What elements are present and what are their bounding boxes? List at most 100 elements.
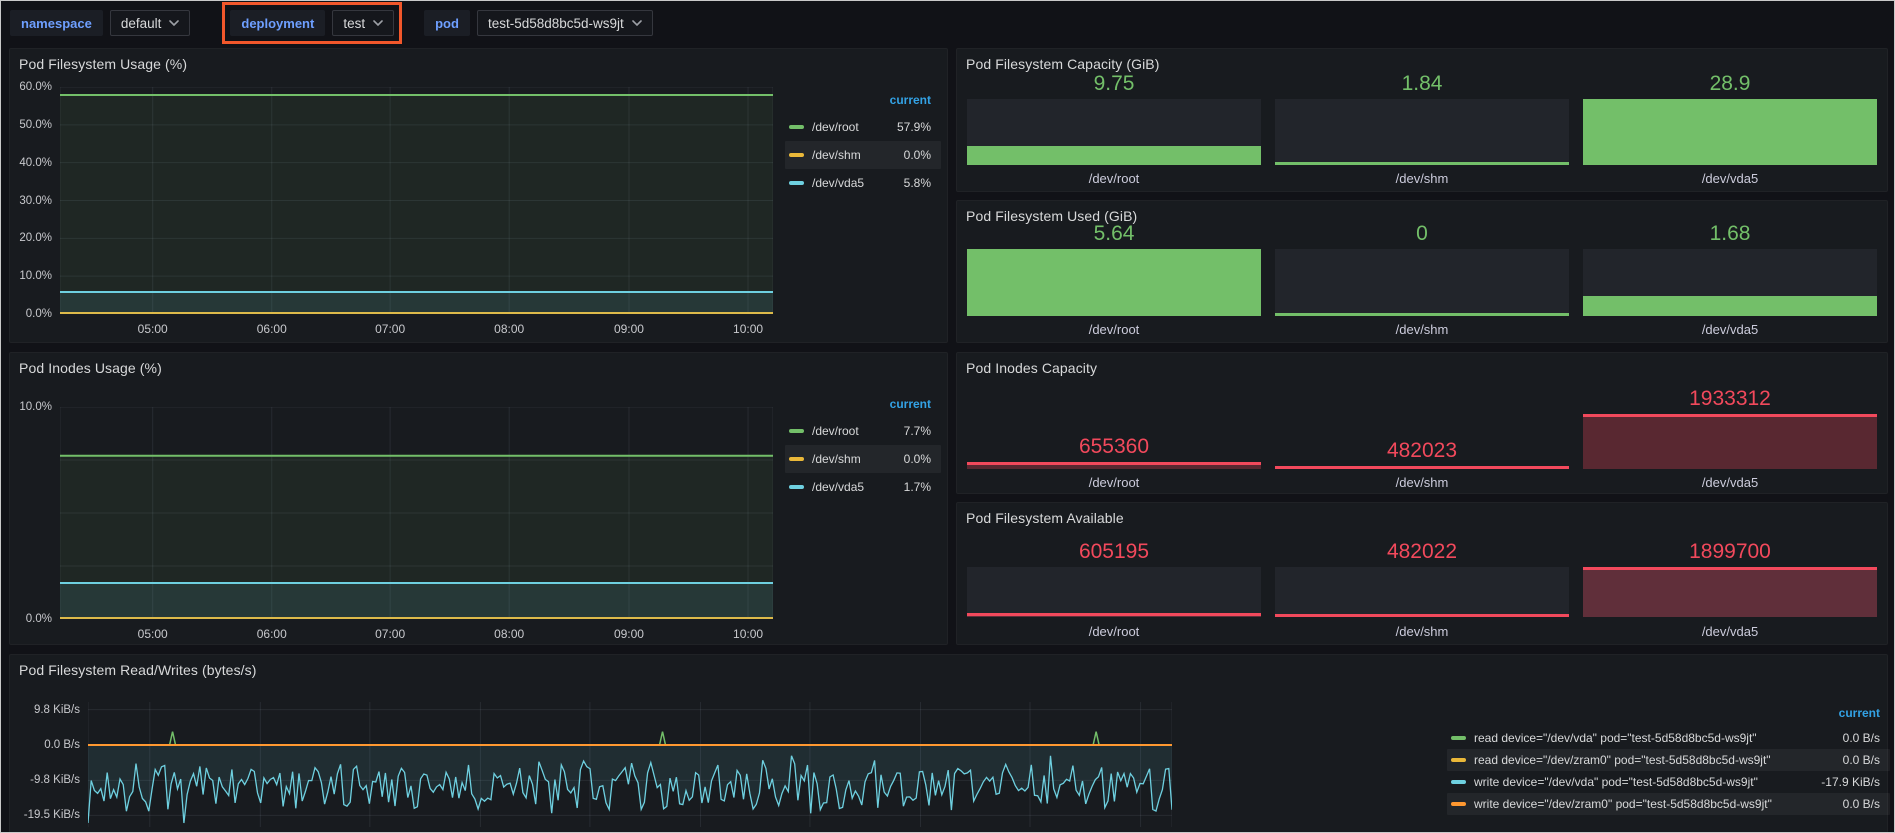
series-color-marker [789, 485, 804, 489]
legend-current-value: 57.9% [897, 120, 931, 134]
series-color-marker [789, 125, 804, 129]
gauge-bar-fill [1583, 414, 1877, 469]
chart-body: 60.0%50.0%40.0%30.0%20.0%10.0%0.0%05:000… [10, 49, 947, 342]
x-axis-tick-label: 06:00 [257, 322, 287, 336]
gauge-value: 605195 [967, 541, 1261, 562]
legend-header-current: current [785, 93, 931, 107]
bar-gauge: 482022/dev/shm [1275, 503, 1569, 644]
legend-series-name[interactable]: write device="/dev/zram0" pod="test-5d58… [1474, 797, 1772, 811]
panel-pod-inodes-usage: Pod Inodes Usage (%) 10.0%0.0%05:0006:00… [9, 352, 948, 645]
legend-series-name[interactable]: /dev/shm [812, 148, 861, 162]
panel-pod-filesystem-usage: Pod Filesystem Usage (%) 60.0%50.0%40.0%… [9, 48, 948, 343]
legend-header-current: current [1447, 706, 1880, 720]
x-axis-tick-label: 10:00 [733, 322, 763, 336]
panel-title[interactable]: Pod Filesystem Available [966, 510, 1124, 526]
legend-current-value: 0.0 B/s [1843, 753, 1880, 767]
series-color-marker [789, 457, 804, 461]
y-axis-tick-label: 60.0% [10, 81, 52, 93]
gauge-label: /dev/vda5 [1583, 475, 1877, 490]
gauge-bar-fill [1583, 99, 1877, 165]
series-color-marker [789, 429, 804, 433]
y-axis-tick-label: 20.0% [10, 232, 52, 244]
bar-gauge-grid: 655360/dev/root482023/dev/shm1933312/dev… [967, 353, 1877, 493]
gauge-label: /dev/vda5 [1583, 171, 1877, 186]
gauge-value: 1.68 [1583, 223, 1877, 244]
legend-series-name[interactable]: /dev/root [812, 120, 859, 134]
panel-title[interactable]: Pod Filesystem Used (GiB) [966, 208, 1137, 224]
gauge-bar-fill [967, 146, 1261, 165]
gauge-value: 482022 [1275, 541, 1569, 562]
gauge-track [1275, 249, 1569, 316]
bar-gauge: 1933312/dev/vda5 [1583, 353, 1877, 493]
panel-title[interactable]: Pod Filesystem Usage (%) [19, 56, 187, 72]
legend-row: /dev/shm 0.0% [785, 445, 941, 473]
panel-title[interactable]: Pod Inodes Capacity [966, 360, 1097, 376]
legend-row: read device="/dev/zram0" pod="test-5d58d… [1447, 749, 1890, 771]
legend-current-value: 0.0% [904, 452, 931, 466]
gauge-value: 9.75 [967, 73, 1261, 94]
time-series-plot[interactable] [88, 702, 1172, 827]
y-axis-tick-label: 0.0 B/s [10, 739, 80, 751]
gauge-bar-fill [1583, 567, 1877, 617]
time-series-plot[interactable] [60, 87, 773, 314]
legend-series-name[interactable]: /dev/vda5 [812, 480, 864, 494]
time-series-plot[interactable] [60, 407, 773, 619]
legend-series-name[interactable]: /dev/root [812, 424, 859, 438]
chart-body: 10.0%0.0%05:0006:0007:0008:0009:0010:00c… [10, 353, 947, 644]
gauge-zone: 1933312 [1583, 381, 1877, 469]
legend-current-value: 0.0 B/s [1843, 797, 1880, 811]
legend-row: /dev/root7.7% [785, 417, 941, 445]
y-axis-tick-label: 40.0% [10, 157, 52, 169]
variable-pod-dropdown[interactable]: test-5d58d8bc5d-ws9jt [477, 10, 653, 36]
gauge-label: /dev/root [967, 171, 1261, 186]
bar-gauge: 1.84/dev/shm [1275, 49, 1569, 191]
gauge-track [967, 249, 1261, 316]
legend-row: /dev/vda5 1.7% [785, 473, 941, 501]
y-axis-tick-label: 9.8 KiB/s [10, 704, 80, 716]
gauge-label: /dev/vda5 [1583, 624, 1877, 639]
panel-title[interactable]: Pod Filesystem Read/Writes (bytes/s) [19, 662, 257, 678]
x-axis-tick-label: 07:00 [375, 322, 405, 336]
legend-series-name[interactable]: read device="/dev/zram0" pod="test-5d58d… [1474, 753, 1771, 767]
legend-series-name[interactable]: /dev/shm [812, 452, 861, 466]
legend-series-name[interactable]: read device="/dev/vda" pod="test-5d58d8b… [1474, 731, 1757, 745]
legend-current-value: 1.7% [904, 480, 931, 494]
panel-pod-filesystem-used: Pod Filesystem Used (GiB) 5.64/dev/root0… [956, 200, 1888, 343]
variable-deployment-value: test [343, 16, 365, 31]
y-axis-tick-label: -19.5 KiB/s [10, 809, 80, 821]
y-axis-tick-label: 30.0% [10, 195, 52, 207]
gauge-label: /dev/shm [1275, 171, 1569, 186]
gauge-value: 0 [1275, 223, 1569, 244]
variable-deployment-dropdown[interactable]: test [332, 10, 394, 36]
gauge-value: 655360 [967, 436, 1261, 457]
gauge-track [1583, 567, 1877, 617]
gauge-track [1583, 249, 1877, 316]
gauge-zone: 482023 [1275, 381, 1569, 469]
bar-gauge: 1899700/dev/vda5 [1583, 503, 1877, 644]
gauge-track [967, 567, 1261, 617]
gauge-bar-fill [1275, 162, 1569, 165]
legend-series-name[interactable]: write device="/dev/vda" pod="test-5d58d8… [1474, 775, 1758, 789]
chevron-down-icon [169, 20, 179, 26]
chevron-down-icon [632, 20, 642, 26]
gauge-bar-fill [967, 613, 1261, 617]
legend-row: read device="/dev/vda" pod="test-5d58d8b… [1447, 727, 1890, 749]
gauge-track [1583, 99, 1877, 165]
y-axis-tick-label: -9.8 KiB/s [10, 774, 80, 786]
x-axis-tick-label: 07:00 [375, 627, 405, 641]
chevron-down-icon [373, 20, 383, 26]
gauge-value: 482023 [1275, 440, 1569, 461]
series-color-marker [1451, 802, 1466, 806]
panel-title[interactable]: Pod Filesystem Capacity (GiB) [966, 56, 1160, 72]
x-axis-tick-label: 05:00 [138, 627, 168, 641]
variable-namespace-label: namespace [10, 10, 103, 36]
legend-series-name[interactable]: /dev/vda5 [812, 176, 864, 190]
variables-bar: namespace default deployment test pod te… [10, 9, 691, 37]
series-color-marker [789, 153, 804, 157]
bar-gauge: 28.9/dev/vda5 [1583, 49, 1877, 191]
variable-pod-label: pod [424, 10, 470, 36]
variable-namespace-value: default [121, 16, 162, 31]
panel-title[interactable]: Pod Inodes Usage (%) [19, 360, 162, 376]
variable-namespace-dropdown[interactable]: default [110, 10, 191, 36]
bar-gauge: 482023/dev/shm [1275, 353, 1569, 493]
